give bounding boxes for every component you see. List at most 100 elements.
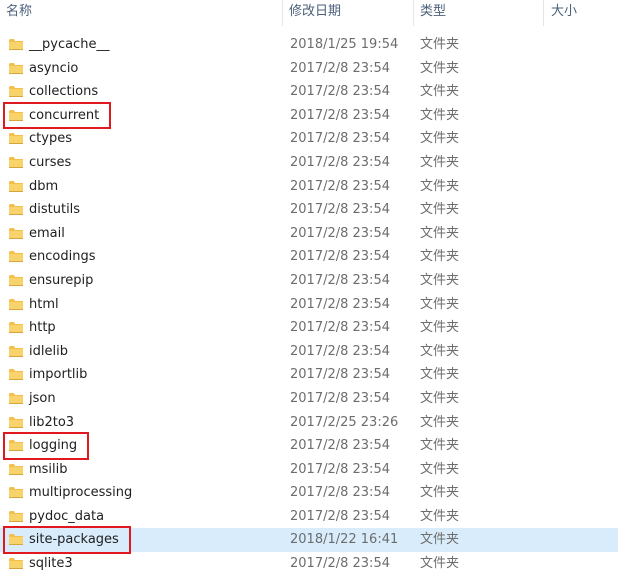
file-type: 文件夹: [420, 249, 460, 265]
file-type: 文件夹: [420, 343, 460, 359]
column-header-size[interactable]: 大小: [551, 0, 577, 26]
file-type: 文件夹: [420, 367, 460, 383]
folder-icon: [9, 204, 23, 216]
folder-icon: [9, 355, 23, 357]
file-row[interactable]: multiprocessing 2017/2/8 23:54 文件夹: [0, 481, 618, 505]
file-name: pydoc_data: [29, 508, 105, 524]
folder-icon: [9, 96, 23, 98]
file-name: ensurepip: [29, 272, 94, 288]
file-type: 文件夹: [420, 390, 460, 406]
file-type: 文件夹: [420, 556, 460, 572]
file-row[interactable]: ctypes 2017/2/8 23:54 文件夹: [0, 127, 618, 151]
column-divider[interactable]: [413, 0, 414, 26]
file-row[interactable]: sqlite3 2017/2/8 23:54 文件夹: [0, 552, 618, 576]
file-modified-date: 2017/2/8 23:54: [290, 107, 390, 123]
file-type: 文件夹: [420, 320, 460, 336]
file-modified-date: 2017/2/8 23:54: [290, 272, 390, 288]
file-modified-date: 2017/2/8 23:54: [290, 390, 390, 406]
file-type: 文件夹: [420, 485, 460, 501]
folder-icon: [9, 180, 23, 193]
file-row[interactable]: idlelib 2017/2/8 23:54 文件夹: [0, 340, 618, 364]
file-modified-date: 2017/2/8 23:54: [290, 438, 390, 454]
folder-icon: [9, 321, 23, 334]
file-type: 文件夹: [420, 154, 460, 170]
column-divider[interactable]: [282, 0, 283, 26]
file-row[interactable]: ensurepip 2017/2/8 23:54 文件夹: [0, 269, 618, 293]
column-header-name[interactable]: 名称: [6, 0, 32, 26]
folder-icon: [9, 513, 23, 522]
folder-icon: [9, 85, 23, 98]
file-name: collections: [29, 84, 99, 100]
folder-icon: [9, 510, 23, 522]
folder-icon: [9, 369, 23, 381]
file-name: lib2to3: [29, 414, 75, 430]
file-type: 文件夹: [420, 84, 460, 100]
folder-icon: [9, 463, 23, 475]
file-row[interactable]: json 2017/2/8 23:54 文件夹: [0, 387, 618, 411]
file-row[interactable]: lib2to3 2017/2/25 23:26 文件夹: [0, 411, 618, 435]
column-header-modified[interactable]: 修改日期: [289, 0, 341, 26]
folder-icon: [9, 261, 23, 263]
file-row[interactable]: html 2017/2/8 23:54 文件夹: [0, 293, 618, 317]
folder-icon: [9, 392, 23, 404]
file-row[interactable]: collections 2017/2/8 23:54 文件夹: [0, 80, 618, 104]
file-modified-date: 2017/2/8 23:54: [290, 485, 390, 501]
file-type: 文件夹: [420, 107, 460, 123]
folder-icon: [9, 133, 23, 145]
folder-icon: [9, 284, 23, 286]
file-type: 文件夹: [420, 37, 460, 52]
folder-icon: [9, 136, 23, 145]
file-name: ctypes: [29, 131, 72, 147]
column-divider[interactable]: [543, 0, 544, 26]
file-modified-date: 2017/2/8 23:54: [290, 60, 390, 76]
file-name: distutils: [29, 202, 81, 218]
file-modified-date: 2017/2/8 23:54: [290, 461, 390, 477]
file-row[interactable]: distutils 2017/2/8 23:54 文件夹: [0, 198, 618, 222]
file-row[interactable]: http 2017/2/8 23:54 文件夹: [0, 316, 618, 340]
folder-icon: [9, 402, 23, 404]
file-modified-date: 2018/1/22 16:41: [290, 532, 399, 548]
file-name: encodings: [29, 249, 96, 265]
folder-icon: [9, 190, 23, 192]
file-row[interactable]: dbm 2017/2/8 23:54 文件夹: [0, 175, 618, 199]
folder-icon: [9, 490, 23, 499]
file-modified-date: 2017/2/8 23:54: [290, 508, 390, 524]
file-modified-date: 2017/2/8 23:54: [290, 131, 390, 147]
folder-icon: [9, 561, 23, 570]
file-row[interactable]: logging 2017/2/8 23:54 文件夹: [0, 434, 618, 458]
file-name: asyncio: [29, 60, 79, 76]
column-header-type[interactable]: 类型: [420, 0, 446, 26]
file-modified-date: 2017/2/8 23:54: [290, 202, 390, 218]
file-type: 文件夹: [420, 296, 460, 312]
folder-icon: [9, 62, 23, 74]
file-row[interactable]: encodings 2017/2/8 23:54 文件夹: [0, 245, 618, 269]
file-type: 文件夹: [420, 131, 460, 147]
file-row[interactable]: msilib 2017/2/8 23:54 文件夹: [0, 458, 618, 482]
file-row[interactable]: asyncio 2017/2/8 23:54 文件夹: [0, 57, 618, 81]
file-modified-date: 2017/2/8 23:54: [290, 320, 390, 336]
folder-icon: [9, 156, 23, 169]
folder-icon: [9, 379, 23, 381]
file-row[interactable]: pydoc_data 2017/2/8 23:54 文件夹: [0, 505, 618, 529]
file-name: email: [29, 225, 65, 241]
folder-icon: [9, 274, 23, 286]
file-type: 文件夹: [420, 438, 460, 454]
file-name: idlelib: [29, 343, 68, 359]
file-name: msilib: [29, 461, 68, 477]
highlight-box: [3, 526, 131, 555]
folder-icon: [9, 419, 23, 428]
file-row[interactable]: curses 2017/2/8 23:54 文件夹: [0, 151, 618, 175]
folder-icon: [9, 42, 23, 50]
folder-icon: [9, 86, 23, 98]
folder-icon: [9, 301, 23, 310]
folder-icon: [9, 426, 23, 428]
folder-icon: [9, 368, 23, 381]
folder-icon: [9, 395, 23, 404]
file-row[interactable]: __pycache__ 2018/1/25 19:54 文件夹: [0, 33, 618, 57]
file-row[interactable]: importlib 2017/2/8 23:54 文件夹: [0, 363, 618, 387]
file-type: 文件夹: [420, 60, 460, 76]
folder-icon: [9, 274, 23, 287]
folder-icon: [9, 62, 23, 75]
file-row[interactable]: email 2017/2/8 23:54 文件夹: [0, 222, 618, 246]
folder-icon: [9, 65, 23, 74]
